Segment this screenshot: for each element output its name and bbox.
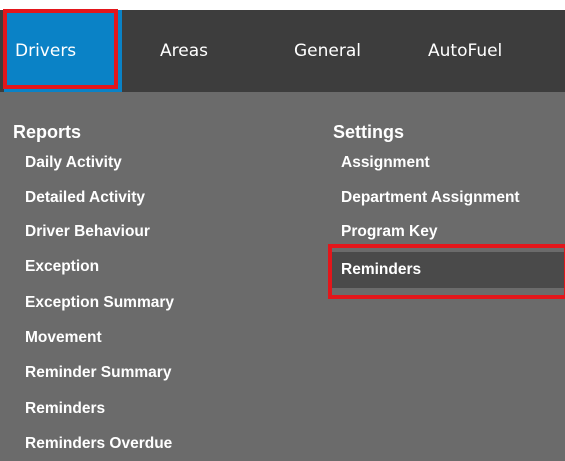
menu-item-program-key[interactable]: Program Key xyxy=(341,223,437,241)
menu-item-reminders-settings[interactable]: Reminders xyxy=(341,261,421,279)
settings-heading: Settings xyxy=(333,122,405,142)
menu-item-reminders-overdue[interactable]: Reminders Overdue xyxy=(25,435,172,453)
menu-item-daily-activity[interactable]: Daily Activity xyxy=(25,154,122,172)
menu-item-detailed-activity[interactable]: Detailed Activity xyxy=(25,189,145,207)
tab-drivers[interactable]: Drivers xyxy=(4,10,122,92)
tab-general[interactable]: General xyxy=(294,10,361,92)
menu-item-driver-behaviour[interactable]: Driver Behaviour xyxy=(25,223,150,241)
top-nav-bar: Drivers Areas General AutoFuel xyxy=(0,10,565,92)
reports-heading: Reports xyxy=(13,122,82,142)
menu-item-movement[interactable]: Movement xyxy=(25,329,102,347)
menu-item-exception[interactable]: Exception xyxy=(25,258,99,276)
menu-item-assignment[interactable]: Assignment xyxy=(341,154,430,172)
drivers-dropdown-menu: Reports Daily Activity Detailed Activity… xyxy=(0,92,565,461)
menu-item-reminders-report[interactable]: Reminders xyxy=(25,400,105,418)
menu-item-reminder-summary[interactable]: Reminder Summary xyxy=(25,364,171,382)
tab-autofuel[interactable]: AutoFuel xyxy=(428,10,502,92)
tab-areas[interactable]: Areas xyxy=(160,10,208,92)
menu-item-exception-summary[interactable]: Exception Summary xyxy=(25,294,174,312)
menu-item-department-assignment[interactable]: Department Assignment xyxy=(341,189,520,207)
